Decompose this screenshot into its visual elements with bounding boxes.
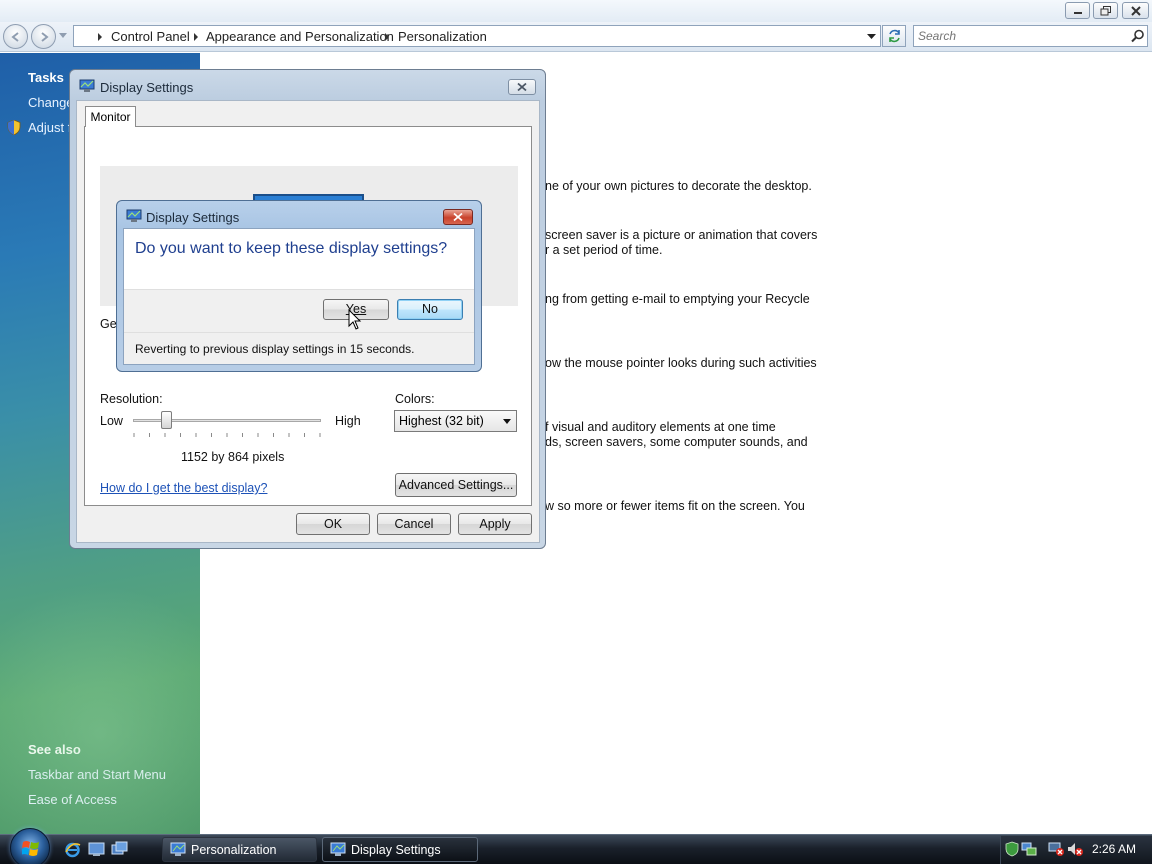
refresh-icon bbox=[889, 29, 900, 43]
address-bar[interactable]: Control Panel Appearance and Personaliza… bbox=[73, 25, 881, 47]
no-button[interactable]: No bbox=[397, 299, 463, 320]
restore-icon bbox=[1100, 5, 1111, 15]
resolution-slider-thumb[interactable] bbox=[161, 411, 173, 429]
close-icon bbox=[517, 82, 527, 92]
dialog-title: Display Settings bbox=[100, 80, 194, 95]
colors-label: Colors: bbox=[395, 392, 435, 406]
show-desktop-icon[interactable] bbox=[88, 841, 105, 858]
network-icon[interactable] bbox=[1021, 841, 1037, 857]
tasks-heading: Tasks bbox=[28, 70, 64, 85]
restore-button[interactable] bbox=[1093, 2, 1118, 19]
address-dropdown-icon[interactable] bbox=[867, 34, 876, 40]
keep-settings-question: Do you want to keep these display settin… bbox=[135, 240, 448, 257]
search-input[interactable] bbox=[918, 28, 1118, 44]
see-also-ease-of-access-link[interactable]: Ease of Access bbox=[28, 792, 117, 807]
breadcrumb-control-panel[interactable]: Control Panel bbox=[111, 29, 190, 44]
search-box[interactable] bbox=[913, 25, 1148, 47]
breadcrumb-arrow-icon[interactable] bbox=[98, 33, 102, 41]
forward-arrow-icon bbox=[40, 31, 49, 42]
see-also-taskbar-link[interactable]: Taskbar and Start Menu bbox=[28, 767, 166, 782]
close-icon bbox=[1130, 5, 1141, 16]
minimize-icon bbox=[1073, 11, 1082, 14]
dropdown-arrow-icon bbox=[503, 419, 511, 424]
window-titlebar bbox=[0, 0, 1152, 22]
theme-description-cont: ds, screen savers, some computer sounds,… bbox=[545, 435, 808, 449]
forward-button[interactable] bbox=[31, 24, 56, 49]
close-icon bbox=[453, 212, 463, 222]
apply-button[interactable]: Apply bbox=[458, 513, 532, 535]
network-disconnected-icon[interactable] bbox=[1048, 841, 1064, 857]
breadcrumb-arrow-icon[interactable] bbox=[194, 33, 198, 41]
task-link-adjust[interactable]: Adjust f bbox=[28, 120, 71, 135]
taskbar-clock[interactable]: 2:26 AM bbox=[1092, 842, 1136, 856]
taskbar-personalization-button[interactable]: Personalization bbox=[162, 837, 317, 862]
see-also-heading: See also bbox=[28, 742, 81, 757]
breadcrumb-arrow-icon[interactable] bbox=[385, 33, 389, 41]
task-link-change[interactable]: Change bbox=[28, 95, 74, 110]
resolution-high-label: High bbox=[335, 414, 361, 428]
recent-pages-chevron-icon[interactable] bbox=[59, 33, 67, 39]
desktop-background-description: ne of your own pictures to decorate the … bbox=[545, 179, 812, 193]
ok-button[interactable]: OK bbox=[296, 513, 370, 535]
windows-logo-icon bbox=[22, 841, 39, 856]
resolution-value: 1152 by 864 pixels bbox=[181, 450, 285, 464]
minimize-button[interactable] bbox=[1065, 2, 1090, 19]
confirm-dialog-body: Do you want to keep these display settin… bbox=[123, 228, 475, 365]
back-arrow-icon bbox=[10, 31, 19, 42]
display-settings-icon bbox=[126, 209, 142, 222]
mouse-pointers-description: ow the mouse pointer looks during such a… bbox=[545, 356, 817, 370]
theme-description: f visual and auditory elements at one ti… bbox=[545, 420, 776, 434]
resolution-low-label: Low bbox=[100, 414, 123, 428]
taskbar-display-settings-button[interactable]: Display Settings bbox=[322, 837, 478, 862]
colors-selected-value: Highest (32 bit) bbox=[399, 414, 484, 428]
switch-windows-icon[interactable] bbox=[111, 841, 128, 858]
breadcrumb-appearance[interactable]: Appearance and Personalization bbox=[206, 29, 394, 44]
confirm-footer: Reverting to previous display settings i… bbox=[124, 333, 474, 364]
taskbar-button-label: Display Settings bbox=[351, 843, 441, 857]
cancel-button[interactable]: Cancel bbox=[377, 513, 451, 535]
mouse-cursor-icon bbox=[348, 309, 362, 330]
security-center-icon[interactable] bbox=[1004, 841, 1020, 857]
display-settings-icon bbox=[79, 79, 95, 92]
keep-settings-dialog: Display Settings Do you want to keep the… bbox=[116, 200, 482, 372]
search-icon[interactable] bbox=[1131, 29, 1145, 43]
control-panel-icon bbox=[170, 842, 186, 856]
sounds-description: ng from getting e-mail to emptying your … bbox=[545, 292, 810, 306]
shield-icon bbox=[7, 120, 21, 135]
resolution-label: Resolution: bbox=[100, 392, 163, 406]
colors-dropdown[interactable]: Highest (32 bit) bbox=[394, 410, 517, 432]
screen-saver-description: screen saver is a picture or animation t… bbox=[545, 228, 818, 242]
resolution-slider-ticks bbox=[133, 433, 321, 437]
close-window-button[interactable] bbox=[1122, 2, 1149, 19]
display-settings-description: w so more or fewer items fit on the scre… bbox=[545, 499, 805, 513]
confirm-button-area: Yes No bbox=[124, 289, 474, 333]
volume-muted-icon[interactable] bbox=[1067, 841, 1083, 857]
dialog-close-button[interactable] bbox=[508, 79, 536, 95]
taskbar-button-label: Personalization bbox=[191, 843, 277, 857]
tab-monitor[interactable]: Monitor bbox=[85, 106, 136, 127]
revert-countdown-text: Reverting to previous display settings i… bbox=[135, 342, 415, 356]
start-button[interactable] bbox=[10, 828, 50, 864]
advanced-settings-button[interactable]: Advanced Settings... bbox=[395, 473, 517, 497]
confirm-dialog-title: Display Settings bbox=[146, 210, 240, 225]
display-settings-icon bbox=[330, 842, 346, 856]
back-button[interactable] bbox=[3, 24, 28, 49]
refresh-button[interactable] bbox=[882, 25, 906, 47]
confirm-close-button[interactable] bbox=[443, 209, 473, 225]
best-display-help-link[interactable]: How do I get the best display? bbox=[100, 481, 267, 495]
screen-saver-description-cont: r a set period of time. bbox=[545, 243, 663, 257]
internet-explorer-icon[interactable] bbox=[64, 841, 81, 858]
breadcrumb-personalization[interactable]: Personalization bbox=[398, 29, 487, 44]
